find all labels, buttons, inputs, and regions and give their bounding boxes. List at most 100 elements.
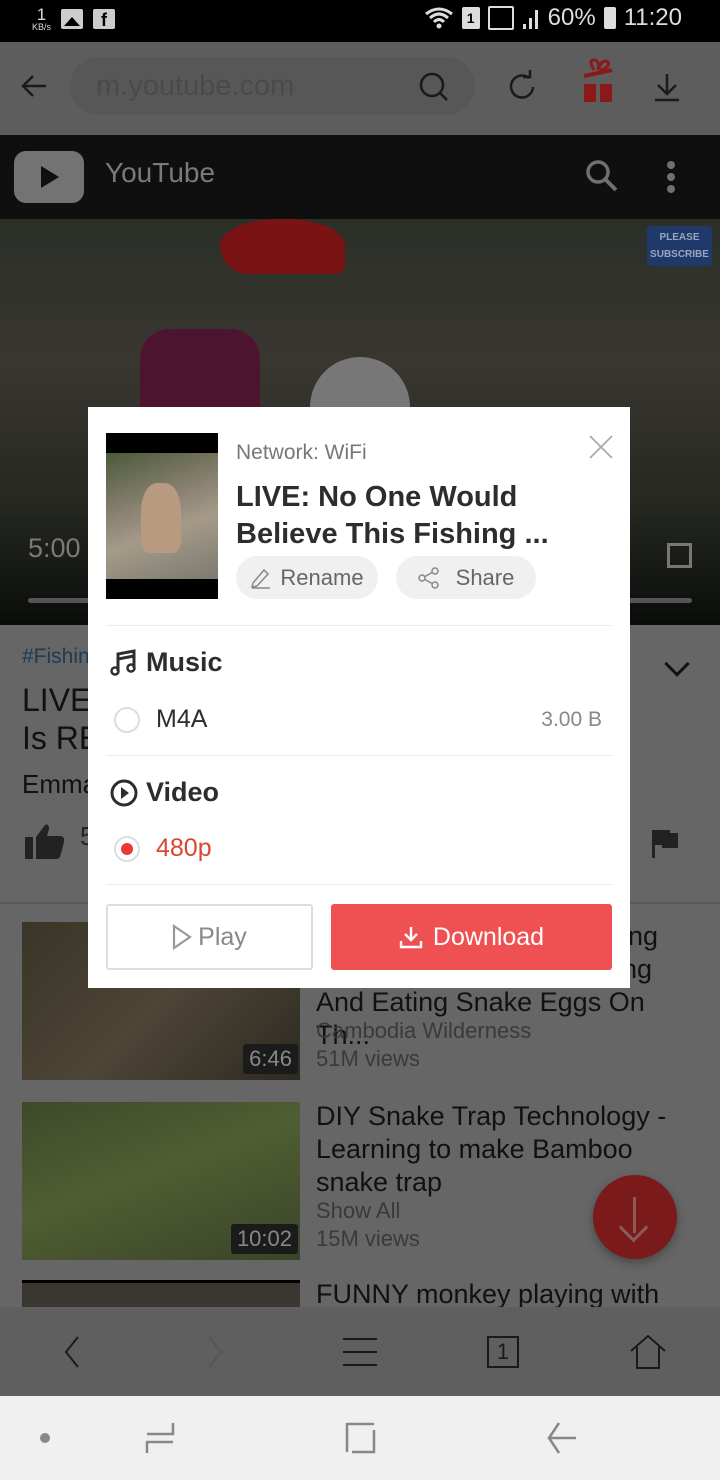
share-icon	[417, 566, 439, 589]
speed-unit: KB/s	[32, 22, 52, 32]
recents-button[interactable]	[120, 1396, 200, 1480]
clock: 11:20	[623, 4, 682, 31]
download-label: Download	[432, 922, 545, 951]
network-speed: 1 KB/s	[32, 6, 51, 32]
video-section-label: Video	[146, 777, 220, 807]
subscribe-badge[interactable]: PLEASE SUBSCRIBE	[647, 226, 712, 266]
divider	[106, 755, 612, 756]
music-note-icon	[110, 648, 136, 676]
video-duration: 6:46	[243, 1044, 298, 1074]
rename-label: Rename	[280, 564, 364, 590]
file-size: 3.00 B	[541, 708, 602, 731]
format-option-m4a[interactable]: M4A	[114, 705, 207, 734]
home-square-icon	[345, 1422, 376, 1454]
music-section-label: Music	[146, 647, 223, 677]
play-button[interactable]: Play	[106, 904, 313, 970]
video-section-header: Video	[110, 777, 219, 808]
search-icon[interactable]	[418, 71, 450, 103]
related-title: FUNNY monkey playing with	[316, 1280, 660, 1307]
thumbnail-image	[106, 453, 218, 579]
hamburger-menu-icon	[343, 1337, 377, 1366]
signal-icon	[487, 6, 514, 30]
share-label: Share	[455, 564, 515, 590]
wifi-icon	[424, 7, 453, 29]
youtube-search-icon[interactable]	[585, 159, 619, 193]
expand-chevron-icon[interactable]	[664, 651, 690, 677]
divider	[106, 625, 612, 626]
chevron-left-icon	[64, 1335, 79, 1368]
thumbs-up-icon[interactable]	[25, 823, 65, 859]
play-label: Play	[198, 922, 247, 951]
signal-bars-icon	[522, 10, 538, 29]
channel-name[interactable]: Emma	[22, 769, 97, 800]
back-arrow-icon[interactable]	[20, 72, 48, 100]
format-label: M4A	[156, 705, 208, 733]
thumbnail-person	[141, 483, 181, 553]
rename-button[interactable]: Rename	[236, 556, 378, 599]
home-button[interactable]	[608, 1307, 688, 1396]
report-flag-icon[interactable]	[652, 830, 678, 858]
more-vert-icon[interactable]	[666, 160, 676, 194]
video-frame-cap	[220, 219, 345, 274]
youtube-title: YouTube	[105, 157, 216, 188]
gift-icon[interactable]	[580, 56, 616, 104]
close-icon[interactable]	[588, 434, 614, 460]
home-nav-button[interactable]	[320, 1396, 400, 1480]
radio-button-selected[interactable]	[114, 835, 140, 862]
related-thumbnail[interactable]	[22, 1280, 300, 1307]
video-duration: 10:02	[230, 1224, 298, 1254]
tabs-button[interactable]: 1	[463, 1307, 543, 1396]
battery-percent: 60%	[547, 4, 596, 31]
network-label: Network: WiFi	[236, 441, 367, 464]
download-fab-button[interactable]	[593, 1175, 677, 1259]
fullscreen-icon[interactable]	[667, 543, 692, 568]
share-button[interactable]: Share	[396, 556, 536, 599]
video-time: 5:00	[28, 533, 81, 563]
related-thumbnail[interactable]: 10:02	[22, 1102, 300, 1260]
status-bar: 1 KB/s f 1 60% 11:20	[0, 0, 720, 42]
play-circle-icon	[110, 779, 138, 806]
youtube-header: YouTube	[0, 135, 720, 219]
dot-icon	[40, 1433, 50, 1443]
format-option-480p[interactable]: 480p	[114, 834, 212, 863]
speed-value: 1	[36, 5, 47, 24]
nav-back-button[interactable]	[32, 1307, 112, 1396]
url-bar[interactable]: m.youtube.com	[70, 57, 475, 115]
youtube-logo-icon[interactable]	[14, 151, 84, 203]
divider	[106, 884, 612, 885]
download-dialog: Network: WiFi LIVE: No One Would Believe…	[88, 407, 630, 988]
download-icon	[399, 927, 423, 949]
pencil-icon	[251, 568, 271, 589]
home-icon	[630, 1334, 666, 1369]
play-icon	[173, 924, 193, 950]
refresh-icon[interactable]	[505, 70, 539, 104]
android-nav-bar	[0, 1396, 720, 1480]
related-channel: Cambodia Wilderness	[316, 1018, 532, 1043]
facebook-icon: f	[93, 9, 116, 30]
back-nav-button[interactable]	[522, 1396, 602, 1480]
music-section-header: Music	[110, 647, 223, 678]
chevron-right-icon	[208, 1335, 223, 1368]
browser-bottom-toolbar: 1	[0, 1307, 720, 1396]
back-nav-icon	[547, 1422, 576, 1454]
related-video[interactable]: FUNNY monkey playing with	[22, 1280, 702, 1307]
nav-forward-button[interactable]	[175, 1307, 255, 1396]
browser-toolbar: m.youtube.com	[0, 42, 720, 135]
tab-count: 1	[487, 1335, 519, 1368]
download-button[interactable]: Download	[331, 904, 612, 970]
format-label: 480p	[156, 834, 212, 862]
recents-icon	[145, 1423, 175, 1453]
related-views: 51M views	[316, 1046, 420, 1071]
battery-icon	[603, 7, 616, 29]
radio-button[interactable]	[114, 706, 140, 733]
related-channel: Show All	[316, 1198, 401, 1223]
download-icon[interactable]	[652, 72, 682, 102]
url-text[interactable]: m.youtube.com	[96, 70, 294, 103]
nav-dot-button[interactable]	[5, 1396, 85, 1480]
image-icon	[61, 9, 84, 29]
dialog-video-title: LIVE: No One Would Believe This Fishing …	[236, 481, 549, 550]
video-thumbnail	[106, 433, 218, 599]
sim-icon: 1	[461, 7, 480, 29]
related-views: 15M views	[316, 1226, 420, 1251]
menu-button[interactable]	[320, 1307, 400, 1396]
